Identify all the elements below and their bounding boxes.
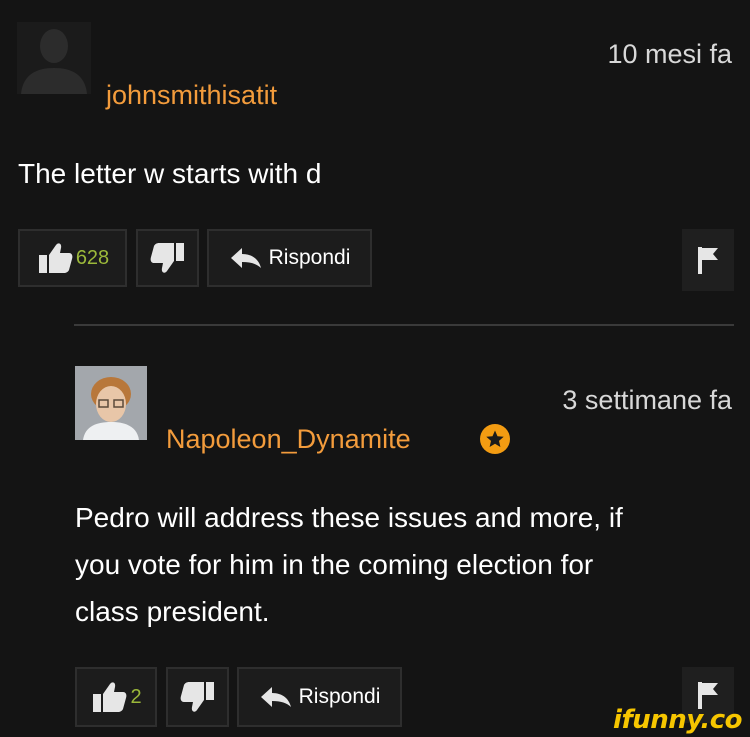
like-count: 628 <box>75 246 110 269</box>
reply-button[interactable]: Rispondi <box>207 229 372 287</box>
like-button[interactable]: 628 <box>18 229 127 287</box>
thumbs-up-icon <box>38 243 73 273</box>
like-button[interactable]: 2 <box>75 667 157 727</box>
like-count: 2 <box>130 685 142 708</box>
user-avatar[interactable] <box>75 366 147 440</box>
comment-text-line: class president. <box>75 596 270 627</box>
ifunny-watermark: ifunny.co <box>613 705 742 735</box>
comment-timestamp: 3 settimane fa <box>562 385 732 415</box>
comment-text-line: you vote for him in the coming election … <box>75 549 594 580</box>
dislike-button[interactable] <box>136 229 199 287</box>
reply-button[interactable]: Rispondi <box>237 667 402 727</box>
flag-icon <box>698 247 718 274</box>
comment-username[interactable]: Napoleon_Dynamite <box>166 423 411 455</box>
star-icon <box>486 430 504 447</box>
comment-text-line: Pedro will address these issues and more… <box>75 502 623 533</box>
star-badge <box>480 424 510 454</box>
user-photo-avatar <box>75 366 147 440</box>
reply-label: Rispondi <box>298 685 381 708</box>
dislike-button[interactable] <box>166 667 229 727</box>
user-avatar[interactable] <box>17 22 91 94</box>
comment-username[interactable]: johnsmithisatit <box>106 79 277 111</box>
reply-arrow-icon <box>260 687 291 707</box>
comment-text: The letter w starts with d <box>18 158 322 189</box>
reply-label: Rispondi <box>268 246 351 269</box>
comment-divider <box>74 324 734 326</box>
thumbs-down-icon <box>150 243 184 273</box>
thumbs-up-icon <box>93 682 127 712</box>
report-flag-button[interactable] <box>682 229 734 291</box>
user-silhouette-icon <box>21 29 87 94</box>
thumbs-down-icon <box>180 682 214 712</box>
comment-text: Pedro will address these issues and more… <box>75 494 623 635</box>
reply-arrow-icon <box>230 248 261 268</box>
comment-timestamp: 10 mesi fa <box>607 39 732 69</box>
